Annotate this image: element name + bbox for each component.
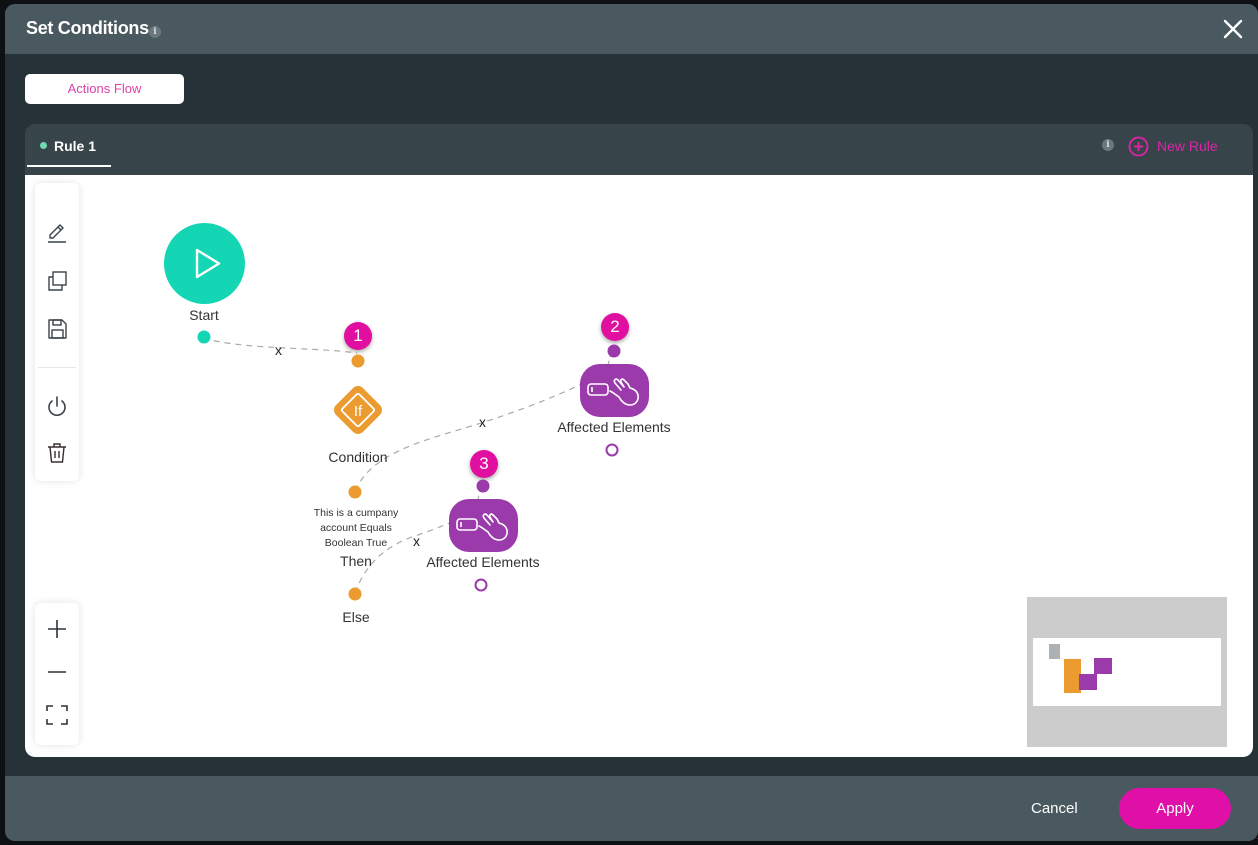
condition-step-badge: 1	[344, 322, 372, 350]
flow-canvas[interactable]: x x x Start 1 If Condition This is a cum…	[25, 175, 1253, 757]
plus-circle-icon	[1128, 136, 1149, 156]
canvas-toolbar	[35, 183, 79, 481]
toggle-rule-button[interactable]	[45, 394, 69, 418]
power-icon	[48, 396, 66, 416]
tab-actions-flow[interactable]: Actions Flow	[25, 74, 184, 104]
start-output-port[interactable]	[197, 330, 211, 344]
minus-icon	[48, 671, 66, 673]
minimap-viewport[interactable]	[1033, 638, 1221, 706]
pencil-icon	[48, 224, 66, 243]
delete-button[interactable]	[45, 441, 69, 465]
copy-icon	[48, 271, 67, 291]
affected-elements-node[interactable]	[580, 364, 649, 417]
condition-input-port[interactable]	[351, 354, 365, 368]
action-input-port[interactable]	[476, 479, 490, 493]
minimap-start-node	[1049, 644, 1060, 659]
condition-node-label: Condition	[328, 449, 388, 465]
minimap-action-node	[1094, 658, 1112, 674]
start-node[interactable]	[164, 223, 245, 304]
cancel-button[interactable]: Cancel	[1031, 800, 1078, 817]
action-output-port[interactable]	[474, 578, 488, 592]
then-condition-description: This is a cumpany account Equals Boolean…	[313, 507, 399, 549]
apply-button[interactable]: Apply	[1119, 788, 1231, 829]
else-branch-label: Else	[342, 609, 370, 625]
trash-icon	[48, 443, 66, 463]
if-diamond-icon: If	[334, 386, 382, 434]
zoom-controls	[35, 603, 79, 745]
condition-node[interactable]: If	[326, 378, 390, 442]
affected-elements-label: Affected Elements	[557, 419, 671, 435]
affected-elements-node[interactable]	[449, 499, 518, 552]
duplicate-button[interactable]	[45, 269, 69, 293]
modal-footer: Cancel Apply	[5, 776, 1258, 841]
action-step-badge: 2	[601, 313, 629, 341]
play-icon	[195, 248, 221, 279]
then-branch-label: Then	[340, 553, 372, 569]
rule-panel: Rule 1 i New Rule x x x Start 1 If Condi…	[25, 124, 1253, 757]
condition-then-port[interactable]	[348, 485, 362, 499]
zoom-out-button[interactable]	[45, 660, 69, 684]
edge-remove-x[interactable]: x	[413, 533, 420, 549]
affected-elements-label: Affected Elements	[426, 554, 540, 570]
hand-click-icon	[456, 513, 508, 541]
modal-header: Set Conditions i	[5, 4, 1258, 54]
hand-click-icon	[587, 378, 639, 406]
set-conditions-modal: Set Conditions i Actions Flow Rule 1 i N…	[5, 4, 1258, 841]
zoom-in-button[interactable]	[45, 617, 69, 641]
rule-tab-label: Rule 1	[54, 138, 97, 154]
plus-icon	[48, 620, 66, 638]
toolbar-divider	[38, 367, 76, 368]
minimap-action-node	[1079, 674, 1097, 690]
edge-remove-x[interactable]: x	[479, 414, 486, 430]
new-rule-button[interactable]: New Rule	[1128, 135, 1218, 157]
modal-title: Set Conditions	[26, 18, 149, 38]
save-icon	[48, 319, 67, 339]
svg-text:If: If	[354, 403, 363, 420]
fit-view-button[interactable]	[45, 703, 69, 727]
edge-remove-x[interactable]: x	[275, 342, 282, 358]
action-output-port[interactable]	[605, 443, 619, 457]
start-node-label: Start	[189, 307, 219, 323]
rules-info-icon[interactable]: i	[1102, 139, 1114, 151]
close-button[interactable]	[1222, 18, 1244, 40]
rule-status-dot	[40, 142, 47, 149]
minimap[interactable]	[1027, 597, 1227, 747]
info-icon[interactable]: i	[149, 26, 161, 38]
save-button[interactable]	[45, 317, 69, 341]
edit-button[interactable]	[45, 221, 69, 245]
rule-tab-rule-1[interactable]: Rule 1	[27, 124, 111, 167]
new-rule-label: New Rule	[1157, 138, 1218, 154]
action-input-port[interactable]	[607, 344, 621, 358]
condition-else-port[interactable]	[348, 587, 362, 601]
action-step-badge: 3	[470, 450, 498, 478]
close-icon	[1223, 19, 1243, 39]
fit-screen-icon	[46, 705, 68, 725]
